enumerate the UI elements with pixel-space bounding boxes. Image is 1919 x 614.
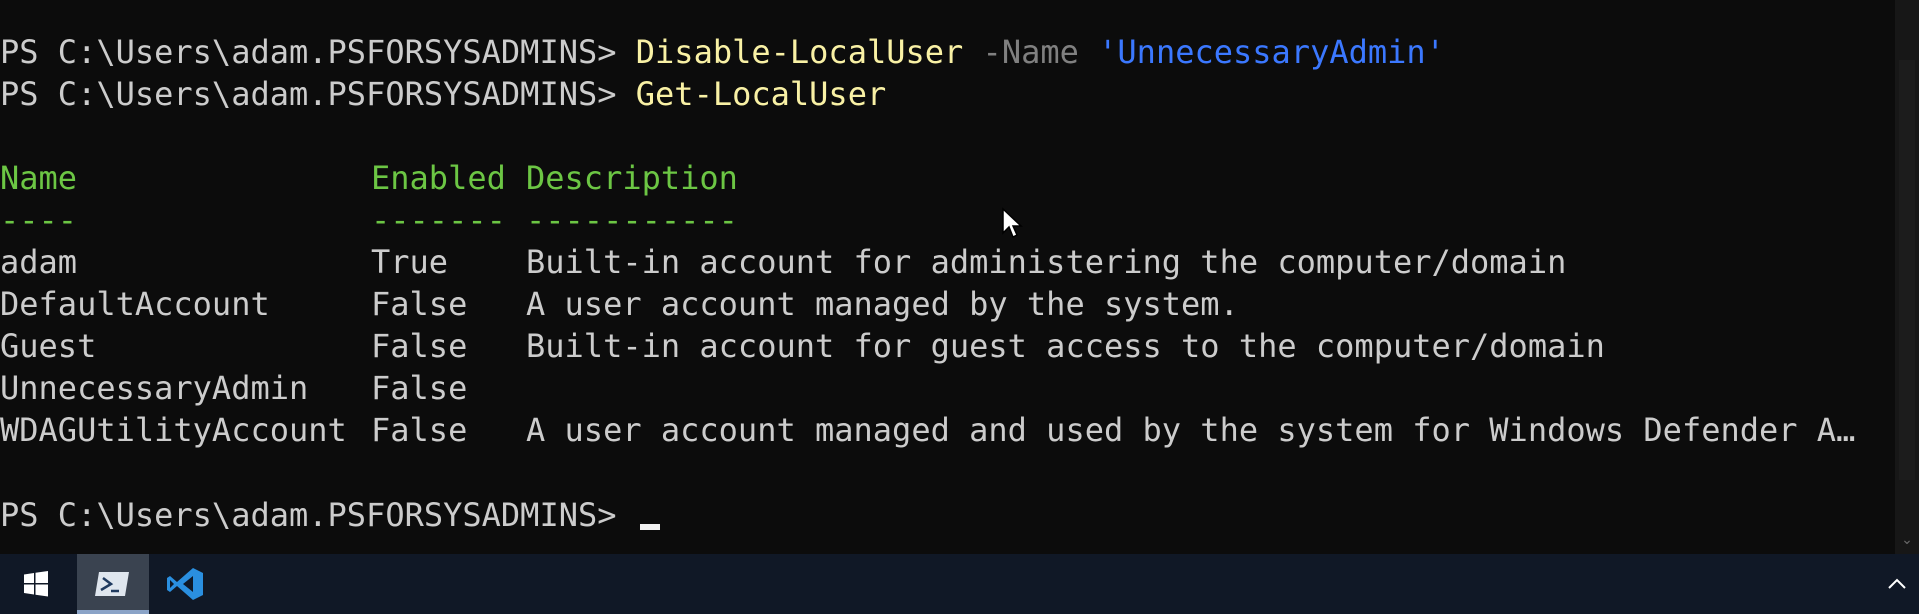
- prompt: PS C:\Users\adam.PSFORSYSADMINS>: [0, 33, 636, 71]
- command-line-1: PS C:\Users\adam.PSFORSYSADMINS> Disable…: [0, 31, 1445, 73]
- vertical-scrollbar[interactable]: ⌄: [1895, 0, 1919, 554]
- windows-taskbar: [0, 554, 1919, 614]
- cell-name: adam: [0, 243, 78, 281]
- command-name: Get-LocalUser: [635, 75, 887, 113]
- table-row: adam True Built-in account for administe…: [0, 241, 1890, 283]
- table-header-underline: ---- ------- -----------: [0, 199, 1890, 241]
- powershell-terminal[interactable]: PS C:\Users\adam.PSFORSYSADMINS> Disable…: [0, 0, 1895, 554]
- table-header-row: Name Enabled Description: [0, 157, 1890, 199]
- cell-enabled: False: [371, 411, 468, 449]
- cell-enabled: False: [371, 369, 468, 407]
- command-argument: 'UnnecessaryAdmin': [1098, 33, 1445, 71]
- cell-name: UnnecessaryAdmin: [0, 369, 309, 407]
- cell-name: Guest: [0, 327, 97, 365]
- cell-name: DefaultAccount: [0, 285, 270, 323]
- column-header-description: Description: [526, 159, 738, 197]
- command-name: Disable-LocalUser: [635, 33, 964, 71]
- cell-description: A user account managed by the system.: [526, 285, 1239, 323]
- scroll-down-arrow-icon[interactable]: ⌄: [1899, 532, 1915, 548]
- table-row: DefaultAccount False A user account mana…: [0, 283, 1890, 325]
- prompt: PS C:\Users\adam.PSFORSYSADMINS>: [0, 75, 636, 113]
- underline-name: ----: [0, 201, 78, 239]
- cell-description: Built-in account for administering the c…: [526, 243, 1567, 281]
- underline-enabled: -------: [371, 201, 506, 239]
- mouse-pointer-icon: [1002, 207, 1023, 239]
- cell-enabled: False: [371, 327, 468, 365]
- chevron-up-icon[interactable]: [1883, 570, 1911, 598]
- current-prompt-line[interactable]: PS C:\Users\adam.PSFORSYSADMINS>: [0, 494, 660, 536]
- cell-enabled: True: [371, 243, 449, 281]
- taskbar-powershell-button[interactable]: [77, 554, 149, 614]
- taskbar-vscode-button[interactable]: [149, 554, 221, 614]
- vscode-icon: [167, 568, 203, 600]
- start-button[interactable]: [0, 554, 72, 614]
- underline-description: -----------: [526, 201, 738, 239]
- table-row: UnnecessaryAdmin False: [0, 367, 1890, 409]
- text-cursor: [639, 524, 660, 530]
- table-row: Guest False Built-in account for guest a…: [0, 325, 1890, 367]
- windows-start-icon: [24, 571, 48, 597]
- cell-enabled: False: [371, 285, 468, 323]
- command-parameter: -Name: [982, 33, 1079, 71]
- powershell-icon: [95, 572, 129, 596]
- column-header-name: Name: [0, 159, 78, 197]
- cell-description: Built-in account for guest access to the…: [526, 327, 1605, 365]
- desktop-screen: PS C:\Users\adam.PSFORSYSADMINS> Disable…: [0, 0, 1919, 614]
- command-line-2: PS C:\Users\adam.PSFORSYSADMINS> Get-Loc…: [0, 73, 886, 115]
- column-header-enabled: Enabled: [371, 159, 506, 197]
- active-indicator: [77, 610, 149, 614]
- cell-description: A user account managed and used by the s…: [526, 411, 1856, 449]
- scrollbar-thumb[interactable]: [1899, 60, 1915, 480]
- table-row: WDAGUtilityAccount False A user account …: [0, 409, 1890, 451]
- cell-name: WDAGUtilityAccount: [0, 411, 347, 449]
- prompt: PS C:\Users\adam.PSFORSYSADMINS>: [0, 496, 636, 534]
